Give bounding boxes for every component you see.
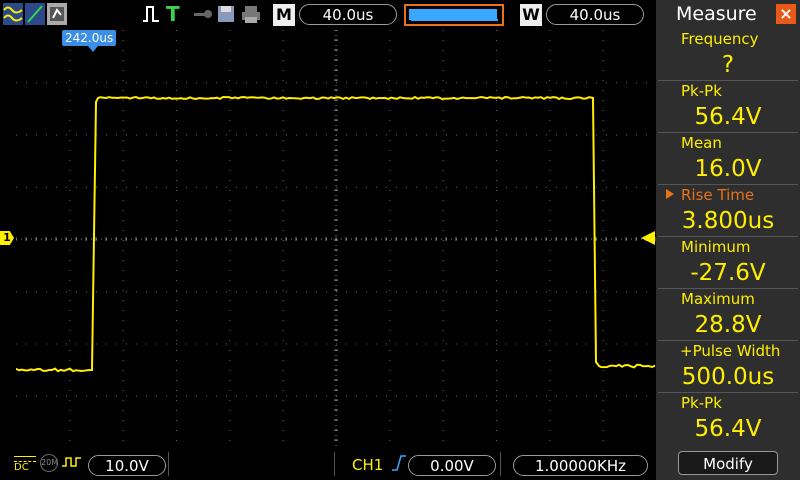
main-timebase-value[interactable]: 40.0us (299, 4, 397, 25)
measure-value-frequency: ? (656, 50, 800, 80)
measure-value-maximum: 28.8V (656, 310, 800, 340)
measure-value-mean: 16.0V (656, 154, 800, 184)
key-icon (192, 3, 214, 25)
bandwidth-limit-label[interactable]: 20M (40, 454, 58, 472)
modify-button[interactable]: Modify (678, 451, 778, 475)
trigger-level-value[interactable]: 0.00V (408, 455, 496, 476)
memory-window-icon[interactable] (404, 4, 504, 26)
trigger-source-label[interactable]: CH1 (352, 456, 383, 474)
divider (500, 452, 501, 476)
measure-label-maximum[interactable]: Maximum (656, 289, 800, 309)
measure-value-rise-time: 3.800us (656, 206, 800, 236)
cursor-mode-icon[interactable] (25, 3, 45, 25)
save-icon[interactable] (216, 3, 236, 25)
top-toolbar: T M 40.0us W 40.0us (0, 0, 656, 30)
measure-label-mean[interactable]: Mean (656, 133, 800, 153)
oscilloscope-display[interactable] (16, 30, 656, 448)
measure-label-pulse-width[interactable]: +Pulse Width (656, 341, 800, 361)
main-timebase-label: M (273, 4, 295, 26)
trigger-level-marker[interactable] (641, 231, 655, 245)
waveform-mode-icon[interactable] (3, 3, 23, 25)
divider (334, 452, 335, 476)
measure-label-pkpk[interactable]: Pk-Pk (656, 81, 800, 101)
volts-per-div-value[interactable]: 10.0V (88, 455, 166, 476)
frequency-counter-value: 1.00000KHz (513, 455, 648, 476)
rising-edge-icon[interactable] (391, 454, 407, 472)
divider (168, 452, 169, 476)
measure-label-rise-time[interactable]: Rise Time (656, 185, 800, 205)
trigger-position-pointer (88, 46, 98, 52)
persist-mode-icon[interactable] (47, 3, 67, 25)
window-timebase-value[interactable]: 40.0us (546, 4, 644, 25)
trigger-status-icon: T (166, 3, 184, 25)
measure-value-pkpk: 56.4V (656, 102, 800, 132)
measure-value-pkpk-2: 56.4V (656, 414, 800, 444)
channel-1-marker[interactable]: 1 (0, 231, 14, 245)
measure-label-minimum[interactable]: Minimum (656, 237, 800, 257)
window-timebase-label: W (520, 4, 542, 26)
coupling-label: DC (14, 462, 36, 474)
measure-label-pkpk-2[interactable]: Pk-Pk (656, 393, 800, 413)
measure-value-pulse-width: 500.0us (656, 362, 800, 392)
measure-label-frequency[interactable]: Frequency (656, 29, 800, 49)
invert-icon[interactable] (61, 454, 83, 472)
trigger-edge-icon (142, 3, 160, 25)
channel-1-trace (16, 30, 656, 448)
print-icon[interactable] (240, 3, 262, 25)
measure-panel: Measure × Frequency ? Pk-Pk 56.4V Mean 1… (656, 0, 800, 480)
measure-value-minimum: -27.6V (656, 258, 800, 288)
coupling-indicator[interactable]: DC (14, 456, 36, 474)
close-icon[interactable]: × (776, 4, 796, 24)
trigger-position-marker[interactable]: 242.0us (62, 30, 116, 46)
